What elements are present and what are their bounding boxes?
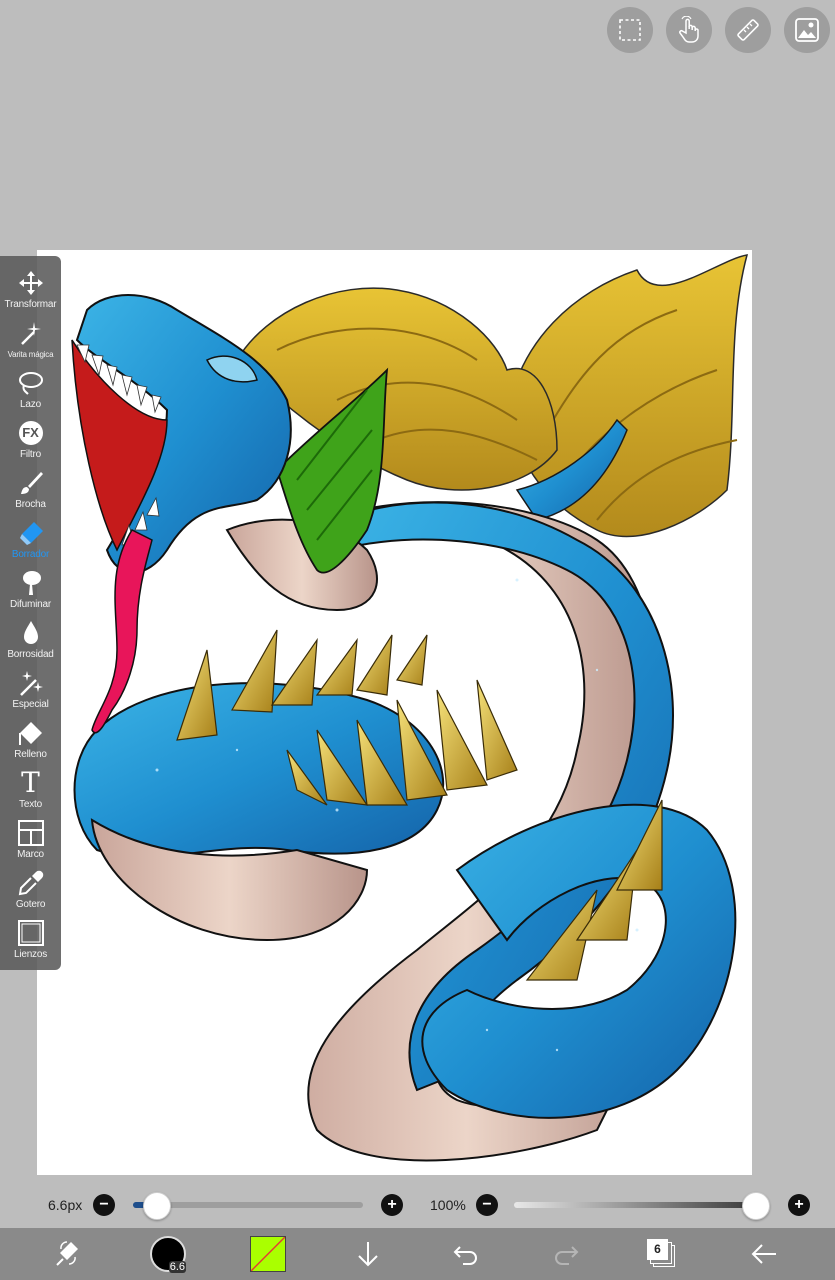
brush-size-preview: 6.6 xyxy=(150,1236,186,1273)
swap-tool-button[interactable] xyxy=(48,1234,88,1274)
tool-filter[interactable]: FX Filtro xyxy=(0,416,61,466)
tool-frame[interactable]: Marco xyxy=(0,816,61,866)
redo-button[interactable] xyxy=(546,1234,586,1274)
tool-label: Varita mágica xyxy=(7,350,54,359)
tool-fill[interactable]: Relleno xyxy=(0,716,61,766)
layers-button[interactable]: 6 xyxy=(642,1234,682,1274)
tool-eraser[interactable]: Borrador xyxy=(0,516,61,566)
tool-label: Lazo xyxy=(20,399,41,410)
fill-icon xyxy=(18,722,42,745)
tool-blur[interactable]: Borrosidad xyxy=(0,616,61,666)
opacity-track xyxy=(514,1202,764,1208)
size-slider-knob[interactable] xyxy=(143,1192,171,1220)
gallery-button[interactable] xyxy=(784,7,830,53)
arrow-down-icon xyxy=(358,1242,378,1267)
tool-label: Brocha xyxy=(15,499,46,510)
drawing-canvas[interactable] xyxy=(37,250,752,1175)
eyedropper-icon xyxy=(18,870,43,896)
undo-icon xyxy=(453,1246,477,1265)
opacity-decrease-button[interactable]: − xyxy=(476,1194,498,1216)
magic-wand-icon xyxy=(20,322,41,345)
canvas-icon xyxy=(17,920,44,946)
opacity-slider-knob[interactable] xyxy=(742,1192,770,1220)
size-increase-button[interactable]: + xyxy=(381,1194,403,1216)
brush-icon xyxy=(20,472,43,494)
brush-size-preview-button[interactable]: 6.6 xyxy=(148,1234,188,1274)
tool-magic-wand[interactable]: Varita mágica xyxy=(0,316,61,366)
fx-glyph: FX xyxy=(22,425,39,440)
move-icon xyxy=(18,271,43,295)
touch-button[interactable] xyxy=(666,7,712,53)
download-button[interactable] xyxy=(348,1234,388,1274)
tool-special[interactable]: Especial xyxy=(0,666,61,716)
opacity-value: 100% xyxy=(430,1197,466,1213)
color-picker-button[interactable] xyxy=(248,1234,288,1274)
tool-label: Borrador xyxy=(11,549,50,560)
undo-button[interactable] xyxy=(446,1234,486,1274)
tool-label: Transformar xyxy=(4,299,57,310)
ruler-button[interactable] xyxy=(725,7,771,53)
tool-lasso[interactable]: Lazo xyxy=(0,366,61,416)
tool-sidebar: Transformar Varita mágica Lazo FX Filtro… xyxy=(0,256,61,970)
selection-icon xyxy=(619,19,641,41)
tool-label: Texto xyxy=(19,799,42,810)
touch-hand-icon xyxy=(679,16,699,43)
bottom-toolbar: 6.6 6 xyxy=(0,1228,835,1280)
layers-icon: 6 xyxy=(647,1239,677,1269)
text-icon: T xyxy=(21,766,40,799)
tool-label: Lienzos xyxy=(13,949,48,960)
tool-brush[interactable]: Brocha xyxy=(0,466,61,516)
brush-size-badge: 6.6 xyxy=(168,1261,186,1273)
opacity-slider[interactable] xyxy=(514,1187,770,1223)
redo-icon xyxy=(555,1246,579,1265)
tool-canvas[interactable]: Lienzos xyxy=(0,916,61,966)
tool-label: Especial xyxy=(12,699,49,710)
tool-label: Borrosidad xyxy=(7,649,54,660)
back-button[interactable] xyxy=(744,1234,784,1274)
brush-settings-bar: 6.6px − + 100% − + xyxy=(0,1187,835,1223)
brush-eraser-swap-icon xyxy=(56,1241,78,1266)
eraser-icon xyxy=(19,522,43,545)
selection-button[interactable] xyxy=(607,7,653,53)
ruler-icon xyxy=(737,19,759,41)
color-swatch xyxy=(250,1236,286,1272)
tool-transform[interactable]: Transformar xyxy=(0,266,61,316)
swatch-slash xyxy=(251,1237,285,1271)
lasso-icon xyxy=(18,372,43,395)
arrow-left-icon xyxy=(751,1244,776,1264)
size-decrease-button[interactable]: − xyxy=(93,1194,115,1216)
brush-size-value: 6.6px xyxy=(48,1197,83,1213)
tool-smudge[interactable]: Difuminar xyxy=(0,566,61,616)
image-icon xyxy=(795,18,819,42)
tool-label: Difuminar xyxy=(10,599,51,610)
tool-label: Relleno xyxy=(14,749,47,760)
tool-text[interactable]: T Texto xyxy=(0,766,61,816)
special-icon xyxy=(19,671,43,696)
layers-count: 6 xyxy=(647,1239,668,1260)
tool-eyedropper[interactable]: Gotero xyxy=(0,866,61,916)
opacity-increase-button[interactable]: + xyxy=(788,1194,810,1216)
dragon-artwork xyxy=(71,254,749,1162)
blur-drop-icon xyxy=(23,621,38,644)
smudge-icon xyxy=(22,571,41,595)
brush-size-slider[interactable] xyxy=(133,1187,363,1223)
tool-label: Filtro xyxy=(19,449,42,460)
frame-icon xyxy=(17,820,44,846)
tool-label: Marco xyxy=(17,849,44,860)
tool-label: Gotero xyxy=(15,899,46,910)
